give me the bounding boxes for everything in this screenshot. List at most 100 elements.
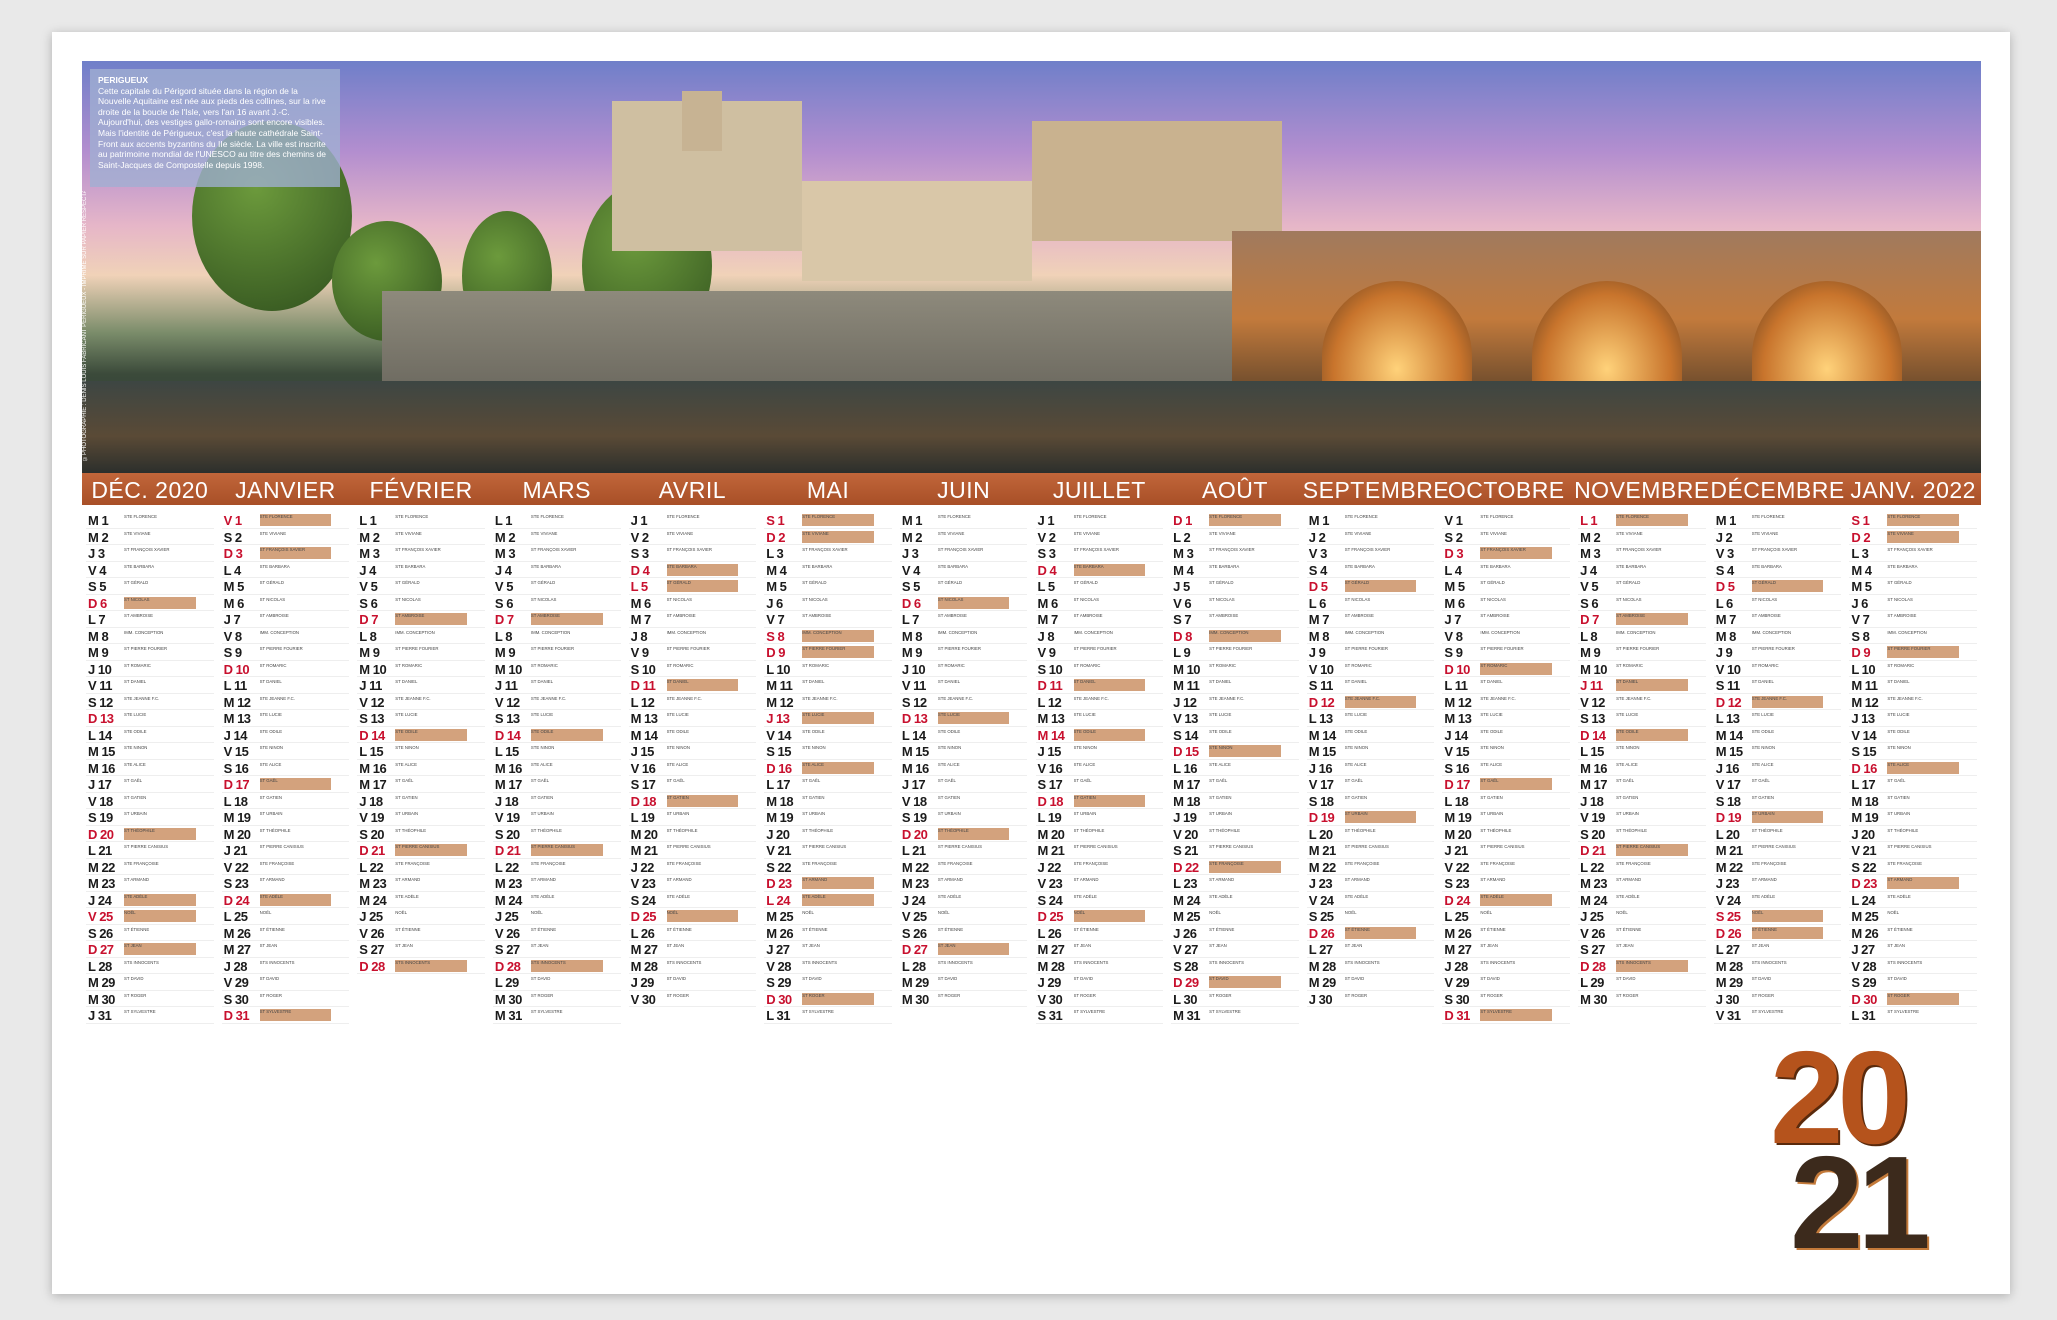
day-label: M 20 xyxy=(1037,826,1065,842)
day-label: D 18 xyxy=(1037,793,1064,809)
saint-name: STE JEANNE F.C. xyxy=(395,695,431,701)
day-row: L 3 ST FRANÇOIS XAVIER xyxy=(1849,545,1977,562)
saint-name: STE FRANÇOISE xyxy=(1073,860,1109,866)
day-label: D 23 xyxy=(1851,876,1877,891)
saint-name: ST DANIEL xyxy=(124,679,147,684)
day-row: V 18 ST GATIEN xyxy=(86,793,214,809)
day-row: M 26 ST ÉTIENNE xyxy=(1442,925,1571,941)
day-label: V 29 xyxy=(1444,975,1470,990)
saint-name: ST DANIEL xyxy=(937,679,960,684)
saint-name: ST DAVID xyxy=(666,976,686,981)
day-row: M 21 ST PIERRE CANISIUS xyxy=(1713,842,1842,859)
header-photo: PERIGUEUX Cette capitale du Périgord sit… xyxy=(82,61,1981,473)
day-label: V 30 xyxy=(1037,991,1063,1007)
saint-name: ST AMBROISE xyxy=(395,613,467,625)
day-row: M 10 ST ROMARIC xyxy=(1171,661,1299,677)
day-row: V 25 NOËL xyxy=(899,908,1028,925)
saint-name: STS INNOCENTS xyxy=(1209,959,1244,965)
saint-name: ST ÉTIENNE xyxy=(666,926,692,932)
day-row: L 20 ST THÉOPHILE xyxy=(1306,826,1435,842)
day-row: V 8 IMM. CONCEPTION xyxy=(1442,628,1571,644)
day-label: J 7 xyxy=(223,612,241,627)
day-label: V 4 xyxy=(88,562,107,578)
day-label: M 14 xyxy=(1037,727,1065,743)
day-label: V 18 xyxy=(901,793,927,809)
day-row: M 29 ST DAVID xyxy=(899,974,1028,991)
day-row: M 14 STE ODILE xyxy=(1713,727,1842,743)
saint-name: ST DAVID xyxy=(1751,976,1772,981)
saint-name: ST DAVID xyxy=(1209,976,1281,988)
saint-name: ST JEAN xyxy=(530,943,549,948)
saint-name: ST ÉTIENNE xyxy=(259,926,285,932)
day-label: J 3 xyxy=(901,546,919,561)
day-row: L 10 ST ROMARIC xyxy=(1849,661,1977,677)
day-row: S 25 NOËL xyxy=(1306,908,1435,925)
day-label: D 27 xyxy=(901,942,928,957)
day-label: M 9 xyxy=(1580,645,1601,660)
saint-name: ST FRANÇOIS XAVIER xyxy=(666,547,713,552)
saint-name: ST PIERRE CANISIUS xyxy=(937,844,982,849)
saint-name: STE ADÈLE xyxy=(1616,893,1640,899)
day-label: V 17 xyxy=(1715,777,1741,792)
saint-name: ST GATIEN xyxy=(1887,794,1910,800)
saint-name: ST JEAN xyxy=(666,943,685,948)
day-label: S 6 xyxy=(1580,595,1599,611)
saint-name: STE VIVIANE xyxy=(124,530,151,536)
day-row: M 8 IMM. CONCEPTION xyxy=(86,628,214,644)
riverside-wall xyxy=(382,291,1362,386)
day-row: S 27 ST JEAN xyxy=(1578,941,1706,958)
day-row: V 15 STE NINON xyxy=(221,743,350,760)
saint-name: ST ARMAND xyxy=(666,877,692,882)
day-row: L 14 STE ODILE xyxy=(86,727,214,743)
day-row: M 7 ST AMBROISE xyxy=(1713,611,1842,628)
saint-name: ST ROGER xyxy=(124,992,147,998)
day-row: M 19 ST URBAIN xyxy=(1442,809,1571,826)
day-label: M 24 xyxy=(494,892,522,908)
day-row: M 17 ST GAËL xyxy=(492,776,621,793)
saint-name: IMM. CONCEPTION xyxy=(666,629,706,635)
day-row: D 18 ST GATIEN xyxy=(1035,793,1164,809)
day-row: M 6 ST NICOLAS xyxy=(221,595,350,611)
saint-name: ST THÉOPHILE xyxy=(1751,827,1783,833)
saint-name: ST ARMAND xyxy=(1887,877,1959,889)
saint-name: STE NINON xyxy=(1344,745,1369,750)
saint-name: STE JEANNE F.C. xyxy=(1073,695,1109,701)
day-row: M 19 ST URBAIN xyxy=(1849,809,1977,826)
day-row: J 24 STE ADÈLE xyxy=(86,892,214,908)
day-label: V 4 xyxy=(901,562,921,578)
day-row: L 15 STE NINON xyxy=(1578,743,1706,760)
saint-name: STS INNOCENTS xyxy=(395,959,467,972)
saint-name: ST ROGER xyxy=(1344,992,1368,998)
day-row: D 29 ST DAVID xyxy=(1171,974,1299,991)
day-row: M 11 ST DANIEL xyxy=(764,677,892,694)
day-label: J 28 xyxy=(1444,958,1468,974)
day-label: M 29 xyxy=(88,975,115,990)
saint-name: ST THÉOPHILE xyxy=(1344,827,1376,833)
day-label: V 14 xyxy=(766,727,791,743)
month-column: M 1 STE FLORENCE M 2 STE VIVIANE J 3 ST FRANÇ… xyxy=(86,512,214,1024)
saint-name: ST ÉTIENNE xyxy=(1480,926,1506,932)
saint-name: ST ÉTIENNE xyxy=(530,926,557,932)
day-row: V 26 ST ÉTIENNE xyxy=(492,925,621,941)
day-label: M 14 xyxy=(1308,727,1336,743)
day-row: L 24 STE ADÈLE xyxy=(764,892,892,908)
day-label: M 12 xyxy=(223,694,251,710)
saint-name: STE FLORENCE xyxy=(1480,514,1514,519)
day-row: M 10 ST ROMARIC xyxy=(1578,661,1706,677)
saint-name: STE FLORENCE xyxy=(1887,514,1959,526)
day-label: D 20 xyxy=(88,826,114,842)
day-row: M 9 ST PIERRE FOURIER xyxy=(1578,644,1706,661)
saint-name: ST FRANÇOIS XAVIER xyxy=(1887,547,1933,552)
month-header: MAI xyxy=(806,477,850,503)
saint-name: STE JEANNE F.C. xyxy=(1887,695,1923,701)
saint-name: ST ARMAND xyxy=(259,877,285,882)
saint-name: ST ÉTIENNE xyxy=(1344,926,1417,939)
month-header: SEPTEMBRE xyxy=(1302,477,1450,503)
day-row: J 27 ST JEAN xyxy=(1849,941,1977,958)
saint-name: ST URBAIN xyxy=(530,811,554,816)
day-label: S 25 xyxy=(1308,909,1334,924)
day-label: S 29 xyxy=(766,975,791,990)
saint-name: STE ALICE xyxy=(1887,761,1959,774)
day-label: M 2 xyxy=(359,529,380,545)
day-label: J 17 xyxy=(88,777,112,792)
